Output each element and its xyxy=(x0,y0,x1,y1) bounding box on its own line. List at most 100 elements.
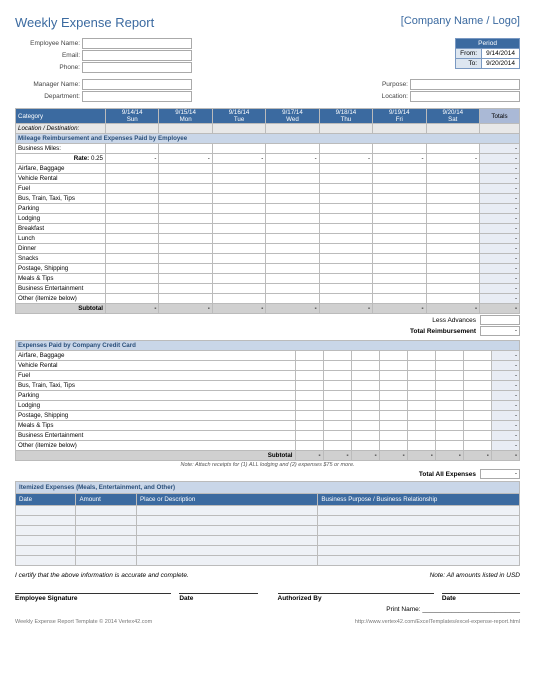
cell[interactable] xyxy=(373,184,426,194)
cell[interactable] xyxy=(266,144,319,154)
cell[interactable] xyxy=(323,371,351,381)
cell[interactable] xyxy=(319,194,372,204)
cell[interactable] xyxy=(106,164,159,174)
cell[interactable] xyxy=(319,294,372,304)
cell[interactable] xyxy=(159,244,212,254)
cell[interactable] xyxy=(212,254,265,264)
item-cell[interactable] xyxy=(318,516,520,526)
email-input[interactable] xyxy=(82,50,192,61)
cell[interactable] xyxy=(106,264,159,274)
cell[interactable] xyxy=(319,244,372,254)
cell[interactable] xyxy=(323,441,351,451)
cell[interactable] xyxy=(323,391,351,401)
cell[interactable] xyxy=(266,214,319,224)
cell[interactable] xyxy=(159,214,212,224)
cell[interactable] xyxy=(379,441,407,451)
cell[interactable] xyxy=(407,361,435,371)
cell[interactable] xyxy=(266,254,319,264)
cell[interactable] xyxy=(266,224,319,234)
cell[interactable] xyxy=(106,224,159,234)
cell[interactable] xyxy=(159,274,212,284)
cell[interactable] xyxy=(319,264,372,274)
cell[interactable] xyxy=(463,391,491,401)
department-input[interactable] xyxy=(82,91,192,102)
cell[interactable] xyxy=(379,371,407,381)
cell[interactable] xyxy=(426,234,479,244)
cell[interactable] xyxy=(323,431,351,441)
cell[interactable] xyxy=(426,184,479,194)
cell[interactable] xyxy=(407,371,435,381)
item-cell[interactable] xyxy=(76,536,136,546)
cell[interactable] xyxy=(106,124,159,134)
cell[interactable] xyxy=(351,351,379,361)
item-cell[interactable] xyxy=(16,516,76,526)
cell[interactable] xyxy=(159,194,212,204)
cell[interactable] xyxy=(159,234,212,244)
cell[interactable] xyxy=(435,431,463,441)
cell[interactable] xyxy=(212,264,265,274)
cell[interactable] xyxy=(426,224,479,234)
cell[interactable] xyxy=(373,124,426,134)
cell[interactable] xyxy=(212,164,265,174)
item-cell[interactable] xyxy=(16,546,76,556)
cell[interactable] xyxy=(463,371,491,381)
item-cell[interactable] xyxy=(318,526,520,536)
cell[interactable] xyxy=(426,194,479,204)
cell[interactable] xyxy=(435,421,463,431)
employee-name-input[interactable] xyxy=(82,38,192,49)
cell[interactable] xyxy=(159,124,212,134)
cell[interactable] xyxy=(319,204,372,214)
cell[interactable] xyxy=(407,421,435,431)
cell[interactable] xyxy=(407,431,435,441)
cell[interactable] xyxy=(373,224,426,234)
cell[interactable] xyxy=(266,174,319,184)
cell[interactable] xyxy=(212,194,265,204)
phone-input[interactable] xyxy=(82,62,192,73)
cell[interactable] xyxy=(319,224,372,234)
item-cell[interactable] xyxy=(318,546,520,556)
cell[interactable] xyxy=(373,174,426,184)
cell[interactable] xyxy=(319,234,372,244)
cell[interactable] xyxy=(426,264,479,274)
cell[interactable] xyxy=(106,144,159,154)
cell[interactable] xyxy=(266,284,319,294)
cell[interactable] xyxy=(323,421,351,431)
item-cell[interactable] xyxy=(136,506,317,516)
cell[interactable] xyxy=(435,441,463,451)
cell[interactable] xyxy=(159,204,212,214)
cell[interactable] xyxy=(426,244,479,254)
cell[interactable] xyxy=(212,184,265,194)
cell[interactable] xyxy=(212,174,265,184)
cell[interactable] xyxy=(351,411,379,421)
cell[interactable] xyxy=(351,441,379,451)
cell[interactable] xyxy=(106,184,159,194)
cell[interactable] xyxy=(295,391,323,401)
cell[interactable] xyxy=(266,194,319,204)
cell[interactable] xyxy=(295,361,323,371)
cell[interactable] xyxy=(323,351,351,361)
cell[interactable] xyxy=(106,284,159,294)
cell[interactable] xyxy=(435,361,463,371)
cell[interactable] xyxy=(319,184,372,194)
cell[interactable] xyxy=(295,431,323,441)
cell[interactable] xyxy=(323,411,351,421)
cell[interactable] xyxy=(407,351,435,361)
cell[interactable] xyxy=(407,441,435,451)
cell[interactable] xyxy=(266,164,319,174)
cell[interactable] xyxy=(435,351,463,361)
cell[interactable] xyxy=(212,274,265,284)
cell[interactable] xyxy=(351,421,379,431)
cell[interactable] xyxy=(373,254,426,264)
cell[interactable] xyxy=(106,294,159,304)
cell[interactable] xyxy=(463,411,491,421)
item-cell[interactable] xyxy=(136,516,317,526)
item-cell[interactable] xyxy=(76,556,136,566)
cell[interactable] xyxy=(319,124,372,134)
cell[interactable] xyxy=(295,421,323,431)
cell[interactable] xyxy=(373,234,426,244)
cell[interactable] xyxy=(426,274,479,284)
cell[interactable] xyxy=(426,214,479,224)
cell[interactable] xyxy=(106,194,159,204)
item-cell[interactable] xyxy=(136,536,317,546)
cell[interactable] xyxy=(266,204,319,214)
